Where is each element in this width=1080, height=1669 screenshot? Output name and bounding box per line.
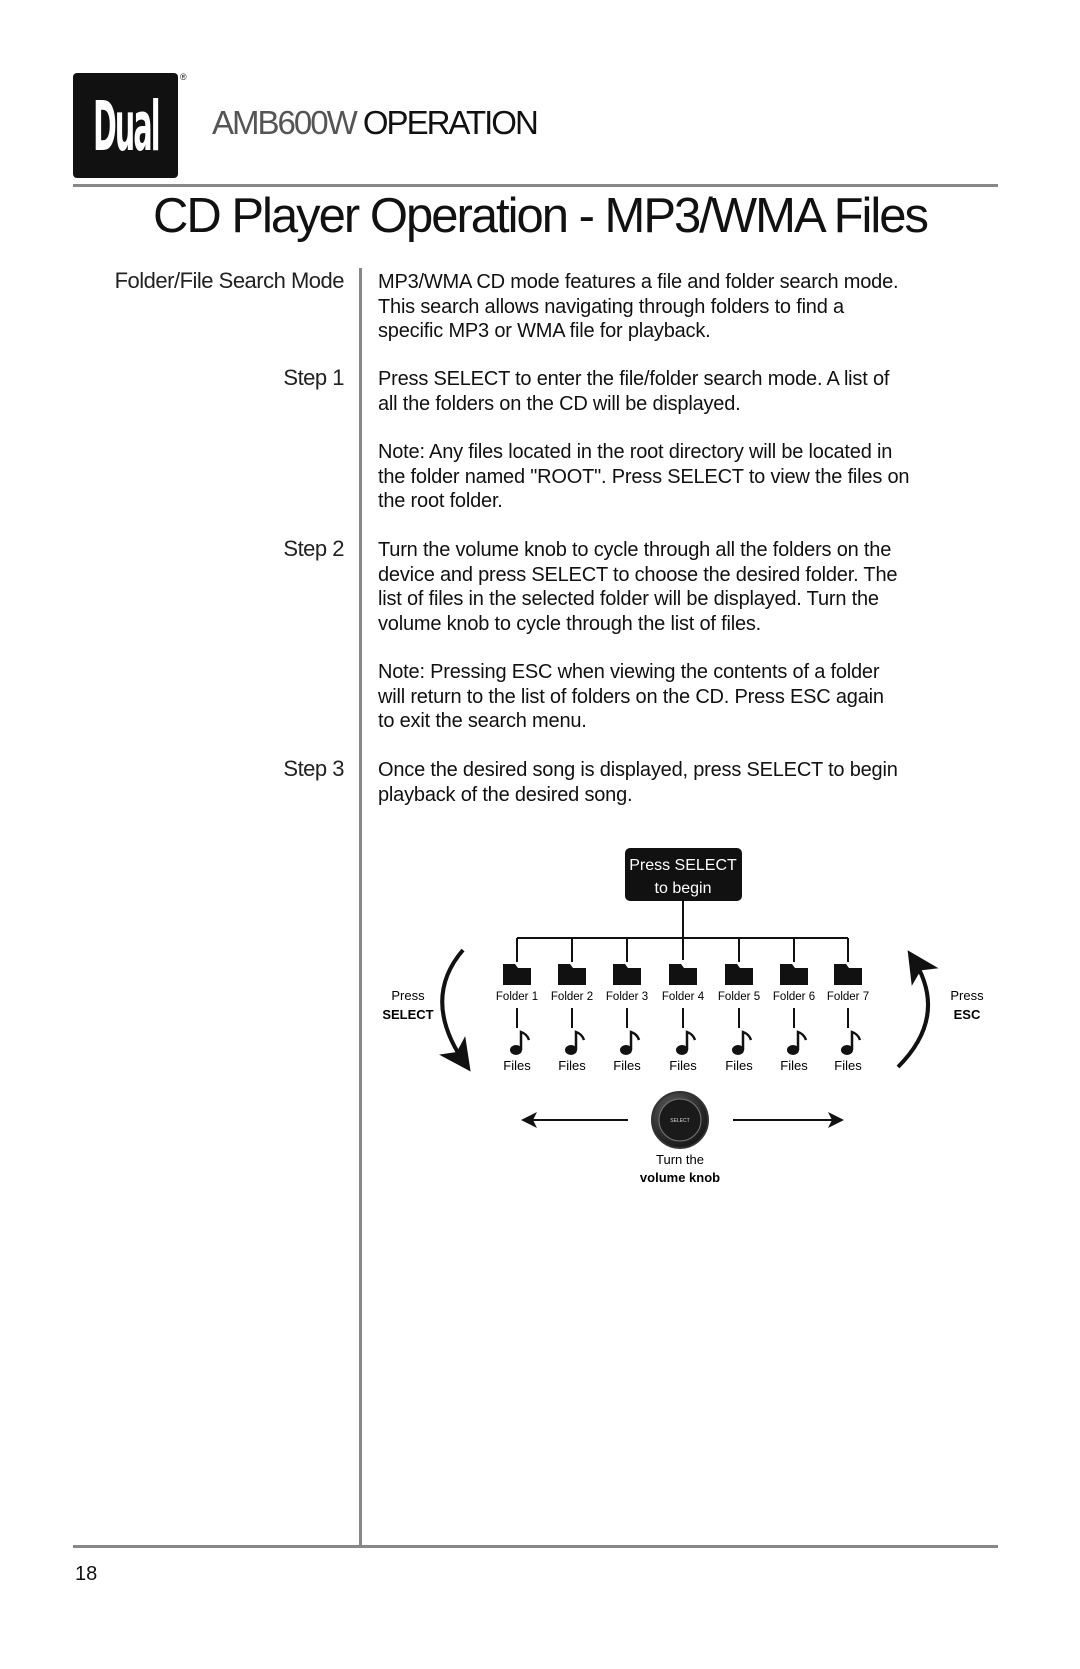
folder-icon [834,964,862,985]
folder-label: Folder 6 [773,991,815,1003]
files-label: Files [725,1058,753,1073]
folder-icon [503,964,531,985]
select-arrow-line1: Press [391,988,425,1003]
files-label: Files [503,1058,531,1073]
folder-label: Folder 1 [496,991,538,1003]
files-label: Files [780,1058,808,1073]
select-arrow-line2: SELECT [382,1007,433,1022]
folder-label: Folder 7 [827,991,869,1003]
start-box-line1: Press SELECT [629,857,737,874]
folder-label: Folder 5 [718,991,760,1003]
folder-icon [780,964,808,985]
footer-rule [73,1545,998,1548]
page-number: 18 [75,1563,98,1585]
select-curved-arrow [439,948,471,1072]
music-note-icon [574,1030,586,1050]
music-note-icon [796,1030,808,1050]
music-note-icon [519,1030,531,1050]
music-note-icon [850,1030,862,1050]
folder-icon [669,964,697,985]
music-note-head [676,1045,688,1055]
folder-label: Folder 4 [662,991,705,1003]
music-note-icon [741,1030,753,1050]
files-label: Files [558,1058,586,1073]
music-note-icon [629,1030,641,1050]
music-note-head [787,1045,799,1055]
esc-arrow-line1: Press [950,988,984,1003]
knob-label: SELECT [670,1118,689,1124]
knob-caption-line2: volume knob [640,1170,720,1185]
music-note-head [620,1045,632,1055]
music-note-head [510,1045,522,1055]
folder-search-diagram: Press SELECT to begin Folder 1 Files Folde… [382,848,984,1185]
files-label: Files [613,1058,641,1073]
folder-label: Folder 3 [606,991,648,1003]
music-note-head [732,1045,744,1055]
folder-icon [613,964,641,985]
music-note-icon [685,1030,697,1050]
folder-icon [725,964,753,985]
start-box-line2: to begin [655,880,712,897]
music-note-head [841,1045,853,1055]
folder-icon [558,964,586,985]
esc-curved-arrow [896,950,939,1069]
folder-label: Folder 2 [551,991,593,1003]
files-label: Files [834,1058,862,1073]
esc-arrow-line2: ESC [954,1007,981,1022]
knob-caption-line1: Turn the [656,1152,704,1167]
music-note-head [565,1045,577,1055]
files-label: Files [669,1058,697,1073]
